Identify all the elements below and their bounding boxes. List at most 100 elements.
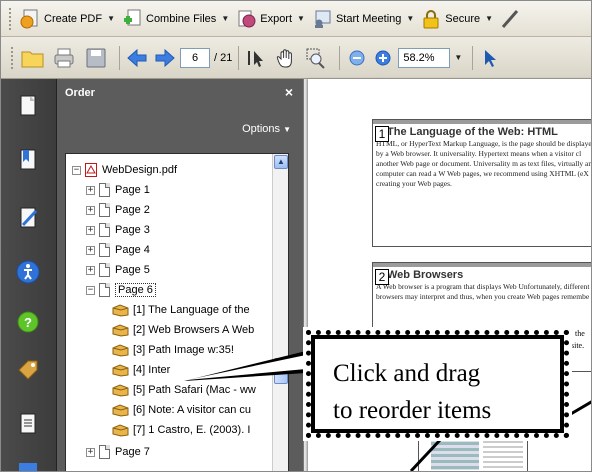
expand-icon[interactable]: + — [86, 205, 95, 215]
expand-icon[interactable]: + — [86, 245, 95, 255]
secure-button[interactable]: Secure ▼ — [420, 5, 493, 33]
signatures-icon[interactable] — [15, 205, 41, 231]
callout-line: to reorder items — [333, 397, 492, 424]
combine-files-button[interactable]: Combine Files ▼ — [121, 5, 229, 33]
hand-tool-icon[interactable] — [275, 47, 297, 69]
tree-page-2[interactable]: + Page 2 — [86, 200, 150, 220]
tree-item[interactable]: [5] Path Safari (Mac - ww — [112, 380, 256, 400]
content-item-icon — [112, 343, 129, 357]
chevron-down-icon: ▼ — [107, 14, 115, 23]
page-icon — [99, 203, 110, 217]
instruction-callout: Click and drag to reorder items — [303, 327, 572, 441]
tree-item[interactable]: [2] Web Browsers A Web — [112, 320, 254, 340]
page-icon — [99, 283, 110, 297]
expand-icon[interactable]: + — [86, 185, 95, 195]
tree-page-4[interactable]: + Page 4 — [86, 240, 150, 260]
close-icon[interactable]: × — [285, 84, 293, 100]
tree-scrollbar[interactable]: ▲ — [272, 154, 288, 471]
item-label: [2] Web Browsers A Web — [133, 324, 255, 336]
next-page-icon[interactable] — [154, 47, 176, 69]
export-label: Export — [260, 12, 293, 25]
chevron-down-icon: ▼ — [297, 14, 305, 23]
options-menu-button[interactable]: Options ▼ — [242, 123, 291, 135]
tasks-toolbar: Create PDF ▼ Combine Files ▼ Export ▼ St… — [1, 1, 591, 37]
pen-icon — [499, 8, 521, 30]
toolbar-separator — [472, 45, 474, 70]
save-icon[interactable] — [85, 47, 107, 69]
item-label: [4] Inter — [133, 364, 171, 376]
create-pdf-label: Create PDF — [44, 12, 103, 25]
tree-page-1[interactable]: + Page 1 — [86, 180, 150, 200]
toolbar-grip[interactable] — [11, 46, 15, 69]
tree-item[interactable]: [6] Note: A visitor can cu — [112, 400, 251, 420]
document-properties-icon[interactable] — [15, 411, 41, 437]
navigation-rail: ? — [1, 79, 57, 471]
tree-root[interactable]: − WebDesign.pdf — [72, 160, 177, 180]
accessibility-icon[interactable] — [15, 259, 41, 285]
sign-button[interactable] — [499, 5, 521, 33]
toolbar-grip[interactable] — [9, 7, 13, 30]
page-icon — [99, 223, 110, 237]
scroll-thumb[interactable] — [274, 358, 288, 384]
print-icon[interactable] — [53, 47, 75, 69]
zoom-in-icon[interactable] — [372, 47, 394, 69]
secure-label: Secure — [445, 12, 481, 25]
content-item-icon — [112, 383, 129, 397]
callout-line: Click and drag — [333, 360, 481, 387]
tree-page-5[interactable]: + Page 5 — [86, 260, 150, 280]
bookmarks-icon[interactable] — [15, 147, 41, 173]
chevron-down-icon: ▼ — [283, 125, 291, 134]
pages-icon[interactable] — [15, 93, 41, 119]
item-label: [5] Path Safari (Mac - ww — [133, 384, 256, 396]
select-tool-icon[interactable] — [245, 47, 267, 69]
create-pdf-icon — [19, 8, 41, 30]
export-button[interactable]: Export ▼ — [235, 5, 305, 33]
chevron-down-icon: ▼ — [406, 14, 415, 23]
previous-page-icon[interactable] — [126, 47, 148, 69]
tree-page-3[interactable]: + Page 3 — [86, 220, 150, 240]
marquee-zoom-icon[interactable] — [305, 47, 327, 69]
chevron-down-icon[interactable]: ▼ — [454, 53, 462, 62]
layers-icon[interactable] — [15, 461, 41, 471]
tree-root-label: WebDesign.pdf — [102, 164, 178, 176]
page-label: Page 3 — [115, 224, 150, 236]
open-folder-icon[interactable] — [21, 47, 44, 69]
help-icon[interactable]: ? — [15, 309, 41, 335]
tree-item[interactable]: [3] Path Image w:35! — [112, 340, 234, 360]
page-label: Page 1 — [115, 184, 150, 196]
slide-heading: Web Browsers — [387, 269, 464, 281]
collapse-icon[interactable]: − — [86, 285, 95, 295]
start-meeting-button[interactable]: Start Meeting ▼ — [311, 5, 414, 33]
file-nav-toolbar: 6 / 21 58.2% ▼ — [1, 37, 591, 79]
content-item-icon — [112, 423, 129, 437]
tree-page-7[interactable]: + Page 7 — [86, 442, 150, 462]
expand-icon[interactable]: + — [86, 447, 95, 457]
order-tree[interactable]: − WebDesign.pdf + Page 1 + Page 2 + Page… — [65, 153, 289, 471]
page-number-input[interactable]: 6 — [180, 47, 210, 68]
text-fragment: the — [575, 329, 585, 338]
start-meeting-icon — [311, 8, 333, 30]
order-panel: Order × Options ▼ − WebDesign.pdf + Page… — [57, 79, 303, 471]
chevron-down-icon: ▼ — [221, 14, 230, 23]
item-label: [7] 1 Castro, E. (2003). I — [133, 424, 251, 436]
create-pdf-button[interactable]: Create PDF ▼ — [19, 5, 115, 33]
combine-files-label: Combine Files — [146, 12, 217, 25]
zoom-level-field[interactable]: 58.2% — [398, 47, 451, 68]
callout-text: Click and drag to reorder items — [333, 355, 491, 429]
zoom-out-icon[interactable] — [346, 47, 368, 69]
tree-item[interactable]: [1] The Language of the — [112, 300, 250, 320]
tag-icon[interactable] — [15, 357, 41, 383]
tree-item[interactable]: [4] Inter — [112, 360, 170, 380]
toolbar-separator — [339, 45, 341, 70]
collapse-icon[interactable]: − — [72, 165, 81, 175]
page-icon — [99, 243, 110, 257]
expand-icon[interactable]: + — [86, 265, 95, 275]
tree-page-6[interactable]: − Page 6 — [86, 280, 156, 300]
page-icon — [99, 183, 110, 197]
arrow-pointer-icon[interactable] — [479, 47, 501, 69]
tree-item[interactable]: [7] 1 Castro, E. (2003). I — [112, 420, 250, 440]
chevron-down-icon: ▼ — [485, 14, 494, 23]
scroll-up-icon[interactable]: ▲ — [274, 155, 288, 169]
export-icon — [235, 8, 257, 30]
expand-icon[interactable]: + — [86, 225, 95, 235]
